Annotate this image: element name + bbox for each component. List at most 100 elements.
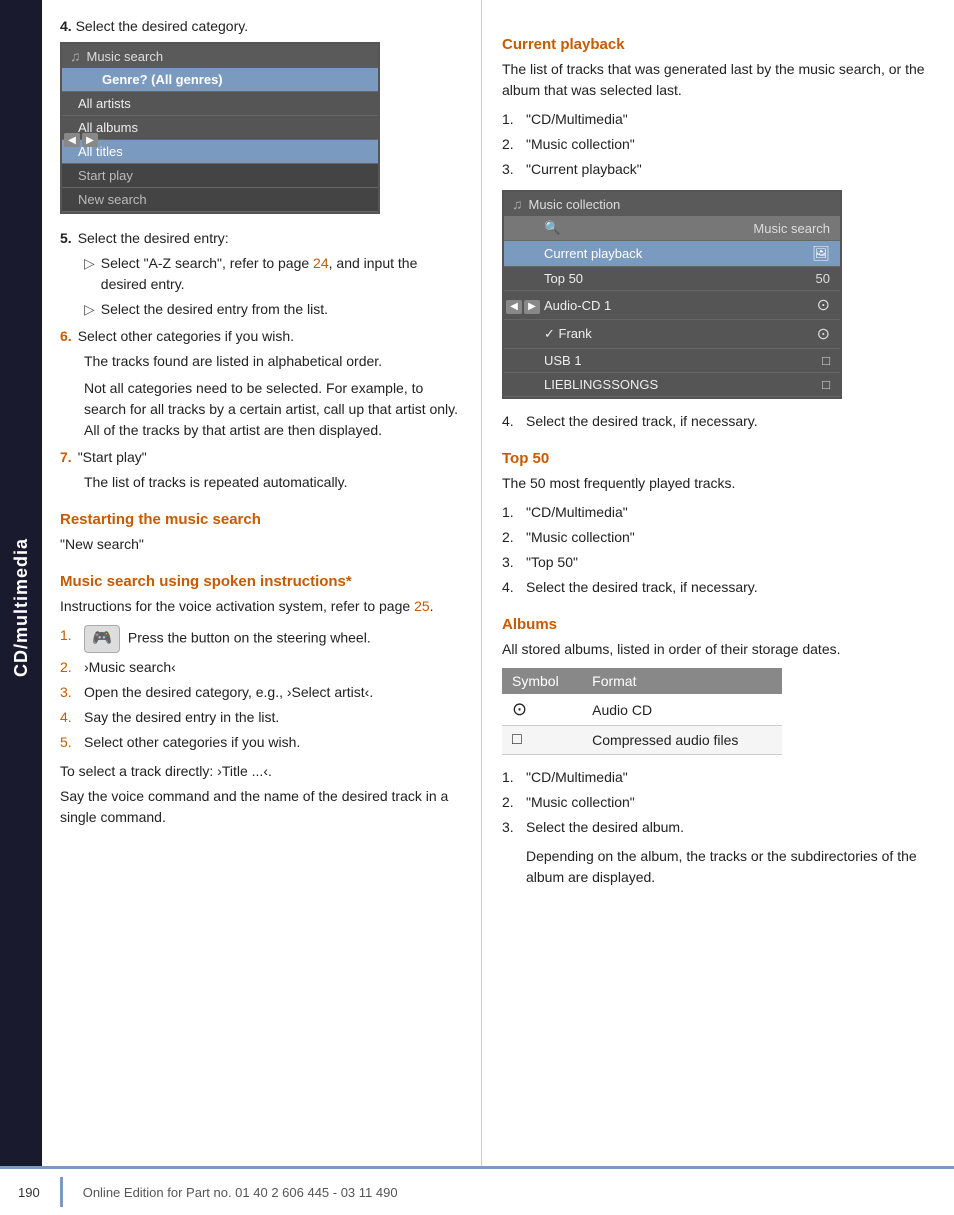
- spoken-title: Music search using spoken instructions*: [60, 573, 463, 590]
- spoken-extra1: To select a track directly: ›Title ...‹.: [60, 761, 463, 782]
- step5-sub1-text: Select "A-Z search", refer to page 24, a…: [101, 253, 463, 295]
- step6-num: 6.: [60, 326, 72, 347]
- cp-step1: 1. "CD/Multimedia": [502, 109, 936, 130]
- step7-header: 7. "Start play": [60, 447, 463, 468]
- spoken-step2: 2. ›Music search‹: [60, 657, 463, 678]
- albums-step2-num: 2.: [502, 792, 520, 813]
- nav-arrows-left[interactable]: ◀ ▶: [64, 133, 98, 147]
- spoken-step4: 4. Say the desired entry in the list.: [60, 707, 463, 728]
- mc-nav-arrows[interactable]: ◀ ▶: [506, 300, 540, 314]
- albums-title: Albums: [502, 616, 936, 633]
- sidebar-label: CD/multimedia: [11, 538, 32, 677]
- step6-header: 6. Select other categories if you wish.: [60, 326, 463, 347]
- steering-icon: 🎮: [84, 625, 120, 653]
- cp-step3: 3. "Current playback": [502, 159, 936, 180]
- spoken-step1-content: 🎮 Press the button on the steering wheel…: [84, 625, 371, 653]
- spoken-step3: 3. Open the desired category, e.g., ›Sel…: [60, 682, 463, 703]
- step4-text: Select the desired category.: [76, 18, 249, 34]
- spoken-step4-num: 4.: [60, 707, 78, 728]
- cp-step3-text: "Current playback": [526, 159, 642, 180]
- music-collection-box: ♫ Music collection ◀ ▶ 🔍 Music search: [502, 190, 842, 399]
- spoken-steps-list: 1. 🎮 Press the button on the steering wh…: [60, 625, 463, 753]
- mc-item-audiocd[interactable]: Audio-CD 1 ⊙: [504, 291, 840, 320]
- step6-text: Select other categories if you wish.: [78, 326, 294, 347]
- step7-text: "Start play": [78, 447, 147, 468]
- step4-header: 4. Select the desired category.: [60, 18, 463, 34]
- music-search-label: Music search: [87, 49, 164, 64]
- cp-step2-num: 2.: [502, 134, 520, 155]
- mc-item-search[interactable]: 🔍 Music search: [504, 216, 840, 241]
- left-column: 4. Select the desired category. ♫ Music …: [42, 0, 482, 1215]
- cp-step2-text: "Music collection": [526, 134, 635, 155]
- spoken-body: Instructions for the voice activation sy…: [60, 596, 463, 617]
- link-page25[interactable]: 25: [414, 598, 430, 614]
- step5-sub1: ▷ Select "A-Z search", refer to page 24,…: [84, 253, 463, 295]
- step5-text: Select the desired entry:: [78, 228, 229, 249]
- symbol-cell-1: ⊙: [502, 694, 582, 726]
- step6-container: 6. Select other categories if you wish. …: [60, 326, 463, 441]
- spoken-extra2: Say the voice command and the name of th…: [60, 786, 463, 828]
- mc-right-arrow[interactable]: ▶: [524, 300, 540, 314]
- spoken-step3-num: 3.: [60, 682, 78, 703]
- cp-step1-text: "CD/Multimedia": [526, 109, 628, 130]
- footer-text: Online Edition for Part no. 01 40 2 606 …: [83, 1185, 398, 1200]
- mc-item-usb1[interactable]: USB 1 □: [504, 349, 840, 373]
- mc-title-icon: ♫: [512, 196, 523, 212]
- mc-item-current-playback[interactable]: Current playback 🖼: [504, 241, 840, 267]
- footer-page-num: 190: [18, 1185, 40, 1200]
- step6-para2: Not all categories need to be selected. …: [84, 378, 463, 441]
- mc-item-top50[interactable]: Top 50 50: [504, 267, 840, 291]
- menu-item-all-albums[interactable]: All albums: [62, 116, 378, 140]
- top50-step3-text: "Top 50": [526, 552, 578, 573]
- cp-step3-num: 3.: [502, 159, 520, 180]
- mc-cp-icon: 🖼: [812, 245, 830, 262]
- albums-body: All stored albums, listed in order of th…: [502, 639, 936, 660]
- top50-steps: 1. "CD/Multimedia" 2. "Music collection"…: [502, 502, 936, 598]
- menu-item-genre[interactable]: Genre? (All genres): [62, 68, 378, 92]
- link-page24[interactable]: 24: [313, 255, 329, 271]
- mc-frank-label: ✓ Frank: [544, 326, 592, 342]
- current-playback-steps: 1. "CD/Multimedia" 2. "Music collection"…: [502, 109, 936, 180]
- mc-left-arrow[interactable]: ◀: [506, 300, 522, 314]
- menu-item-start-play[interactable]: Start play: [62, 164, 378, 188]
- top50-title: Top 50: [502, 450, 936, 467]
- step6-para1: The tracks found are listed in alphabeti…: [84, 351, 463, 372]
- albums-step1-num: 1.: [502, 767, 520, 788]
- albums-table: Symbol Format ⊙ Audio CD □ Compressed au…: [502, 668, 782, 755]
- mc-top50-label: Top 50: [544, 271, 583, 286]
- left-arrow[interactable]: ◀: [64, 133, 80, 147]
- top50-step4-text: Select the desired track, if necessary.: [526, 577, 758, 598]
- menu-item-new-search[interactable]: New search: [62, 188, 378, 212]
- music-icon: ♫: [70, 48, 81, 64]
- symbol-cell-2: □: [502, 726, 582, 755]
- mc-lieblings-label: LIEBLINGSSONGS: [544, 377, 658, 392]
- albums-extra: Depending on the album, the tracks or th…: [526, 846, 936, 888]
- main-content: 4. Select the desired category. ♫ Music …: [42, 0, 954, 1215]
- top50-body: The 50 most frequently played tracks.: [502, 473, 936, 494]
- step5-num: 5.: [60, 228, 72, 249]
- menu-item-all-artists[interactable]: All artists: [62, 92, 378, 116]
- sub-arrow-2: ▷: [84, 299, 95, 320]
- top50-step4: 4. Select the desired track, if necessar…: [502, 577, 936, 598]
- sidebar: CD/multimedia: [0, 0, 42, 1215]
- mc-item-frank[interactable]: ✓ Frank ⊙: [504, 320, 840, 349]
- albums-step1-text: "CD/Multimedia": [526, 767, 628, 788]
- spoken-step2-text: ›Music search‹: [84, 657, 176, 678]
- menu-item-all-titles[interactable]: All titles: [62, 140, 378, 164]
- step7-num: 7.: [60, 447, 72, 468]
- cp-step2: 2. "Music collection": [502, 134, 936, 155]
- sub-arrow-1: ▷: [84, 253, 95, 295]
- mc-top50-val: 50: [816, 271, 830, 286]
- mc-item-lieblings[interactable]: LIEBLINGSSONGS □: [504, 373, 840, 397]
- albums-col-format: Format: [582, 668, 782, 694]
- right-step4: 4. Select the desired track, if necessar…: [502, 411, 936, 432]
- mc-usb1-label: USB 1: [544, 353, 582, 368]
- albums-step3-text: Select the desired album.: [526, 817, 684, 838]
- step5-container: 5. Select the desired entry: ▷ Select "A…: [60, 228, 463, 320]
- top50-step3-num: 3.: [502, 552, 520, 573]
- mc-audiocd-label: Audio-CD 1: [544, 298, 611, 313]
- top50-step1-num: 1.: [502, 502, 520, 523]
- step4-num: 4.: [60, 18, 72, 34]
- right-arrow[interactable]: ▶: [82, 133, 98, 147]
- albums-step2: 2. "Music collection": [502, 792, 936, 813]
